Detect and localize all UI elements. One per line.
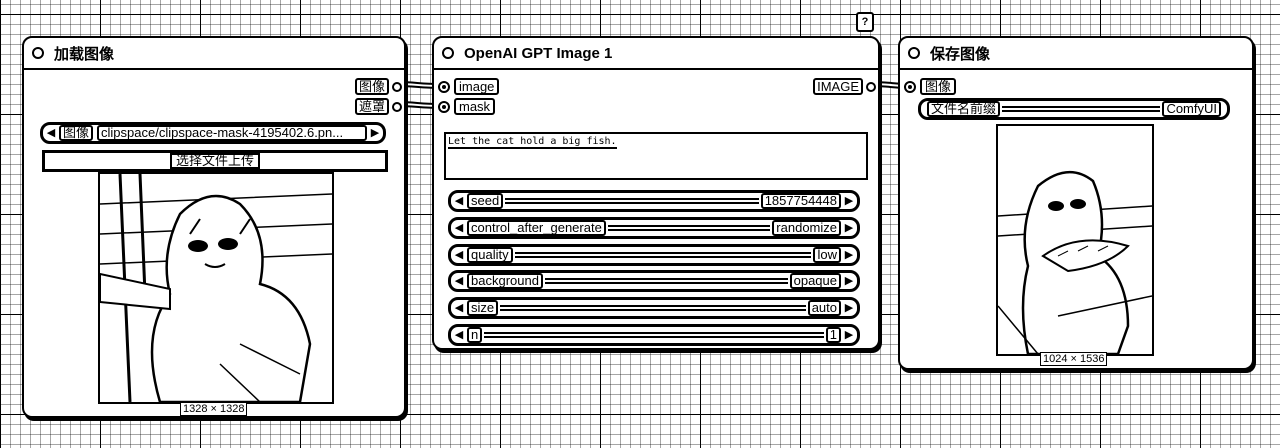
widget-name: seed <box>467 193 504 209</box>
image-size-caption: 1024 × 1536 <box>1040 352 1108 366</box>
control-after-generate-widget[interactable]: ◀ control_after_generate randomize ▶ <box>448 217 860 239</box>
widget-value: 1 <box>825 327 841 343</box>
seed-widget[interactable]: ◀ seed 1857754448 ▶ <box>448 190 860 212</box>
node-header[interactable]: 保存图像 <box>900 38 1252 70</box>
image-preview <box>996 124 1154 356</box>
widget-name: 文件名前缀 <box>927 101 1001 117</box>
widget-name: 图像 <box>59 125 94 141</box>
widget-bar <box>544 278 788 284</box>
collapse-dot-icon[interactable] <box>908 47 920 59</box>
widget-name: background <box>467 273 543 289</box>
widget-value: clipspace/clipspace-mask-4195402.6.pn... <box>97 125 367 141</box>
input-label: 图像 <box>920 78 957 95</box>
output-label: 图像 <box>354 78 389 95</box>
node-title: OpenAI GPT Image 1 <box>464 44 613 62</box>
arrow-left-icon[interactable]: ◀ <box>451 193 467 209</box>
prompt-textarea[interactable]: Let the cat hold a big fish. <box>444 132 868 180</box>
collapse-dot-icon[interactable] <box>442 47 454 59</box>
widget-value: 1857754448 <box>760 193 841 209</box>
output-slot-image[interactable]: IMAGE <box>813 78 876 95</box>
input-dot-icon[interactable] <box>438 100 450 113</box>
arrow-right-icon[interactable]: ▶ <box>841 300 857 316</box>
widget-bar <box>500 305 806 311</box>
widget-name: quality <box>467 247 513 263</box>
arrow-left-icon[interactable]: ◀ <box>43 125 59 141</box>
widget-value: opaque <box>789 273 841 289</box>
widget-bar <box>484 332 824 338</box>
widget-bar <box>607 225 771 231</box>
output-dot-icon[interactable] <box>392 101 402 112</box>
input-label: mask <box>454 98 496 115</box>
node-title: 加载图像 <box>54 45 115 63</box>
arrow-right-icon[interactable]: ▶ <box>841 327 857 343</box>
gpt-image-node[interactable]: OpenAI GPT Image 1 image mask IMAGE Let … <box>432 36 880 350</box>
image-size-caption: 1328 × 1328 <box>180 402 248 416</box>
input-dot-icon[interactable] <box>904 80 916 93</box>
widget-value: randomize <box>772 220 841 236</box>
output-slot-image[interactable]: 图像 <box>354 78 402 95</box>
arrow-left-icon[interactable]: ◀ <box>451 220 467 236</box>
node-title: 保存图像 <box>930 45 991 63</box>
background-widget[interactable]: ◀ background opaque ▶ <box>448 270 860 292</box>
filename-prefix-widget[interactable]: 文件名前缀 ComfyUI <box>918 98 1230 120</box>
cat-with-fish-image <box>998 126 1152 354</box>
n-widget[interactable]: ◀ n 1 ▶ <box>448 324 860 346</box>
save-image-node[interactable]: 保存图像 图像 文件名前缀 ComfyUI 1024 × 1536 <box>898 36 1254 370</box>
arrow-right-icon[interactable]: ▶ <box>841 220 857 236</box>
node-header[interactable]: 加载图像 <box>24 38 404 70</box>
arrow-right-icon[interactable]: ▶ <box>841 273 857 289</box>
output-label: IMAGE <box>813 78 863 95</box>
widget-bar <box>514 252 812 258</box>
quality-widget[interactable]: ◀ quality low ▶ <box>448 244 860 266</box>
node-header[interactable]: OpenAI GPT Image 1 <box>434 38 878 70</box>
arrow-left-icon[interactable]: ◀ <box>451 247 467 263</box>
widget-value: ComfyUI <box>1162 101 1221 117</box>
widget-name: control_after_generate <box>467 220 606 236</box>
arrow-right-icon[interactable]: ▶ <box>841 193 857 209</box>
input-label: image <box>454 78 500 95</box>
output-slot-mask[interactable]: 遮罩 <box>354 98 402 115</box>
input-slot-image[interactable]: 图像 <box>904 78 957 95</box>
upload-button[interactable]: 选择文件上传 <box>42 150 388 172</box>
size-widget[interactable]: ◀ size auto ▶ <box>448 297 860 319</box>
arrow-right-icon[interactable]: ▶ <box>841 247 857 263</box>
image-select-widget[interactable]: ◀ 图像 clipspace/clipspace-mask-4195402.6.… <box>40 122 386 144</box>
collapse-dot-icon[interactable] <box>32 47 44 59</box>
input-slot-mask[interactable]: mask <box>438 98 496 115</box>
widget-name: n <box>467 327 483 343</box>
widget-bar <box>505 198 759 204</box>
arrow-left-icon[interactable]: ◀ <box>451 300 467 316</box>
widget-value: auto <box>807 300 841 316</box>
input-slot-image[interactable]: image <box>438 78 500 95</box>
arrow-left-icon[interactable]: ◀ <box>451 327 467 343</box>
widget-bar <box>1002 106 1161 112</box>
widget-name: size <box>467 300 499 316</box>
help-badge-icon[interactable]: ? <box>856 12 874 32</box>
prompt-text: Let the cat hold a big fish. <box>448 136 617 149</box>
image-preview <box>98 172 334 404</box>
arrow-right-icon[interactable]: ▶ <box>367 125 383 141</box>
output-dot-icon[interactable] <box>392 81 402 92</box>
cat-photo-image <box>100 174 332 402</box>
upload-label: 选择文件上传 <box>169 153 260 169</box>
widget-value: low <box>813 247 841 263</box>
output-label: 遮罩 <box>354 98 389 115</box>
load-image-node[interactable]: 加载图像 图像 遮罩 ◀ 图像 clipspace/clipspace-mask… <box>22 36 406 418</box>
input-dot-icon[interactable] <box>438 80 450 93</box>
output-dot-icon[interactable] <box>866 81 876 92</box>
arrow-left-icon[interactable]: ◀ <box>451 273 467 289</box>
